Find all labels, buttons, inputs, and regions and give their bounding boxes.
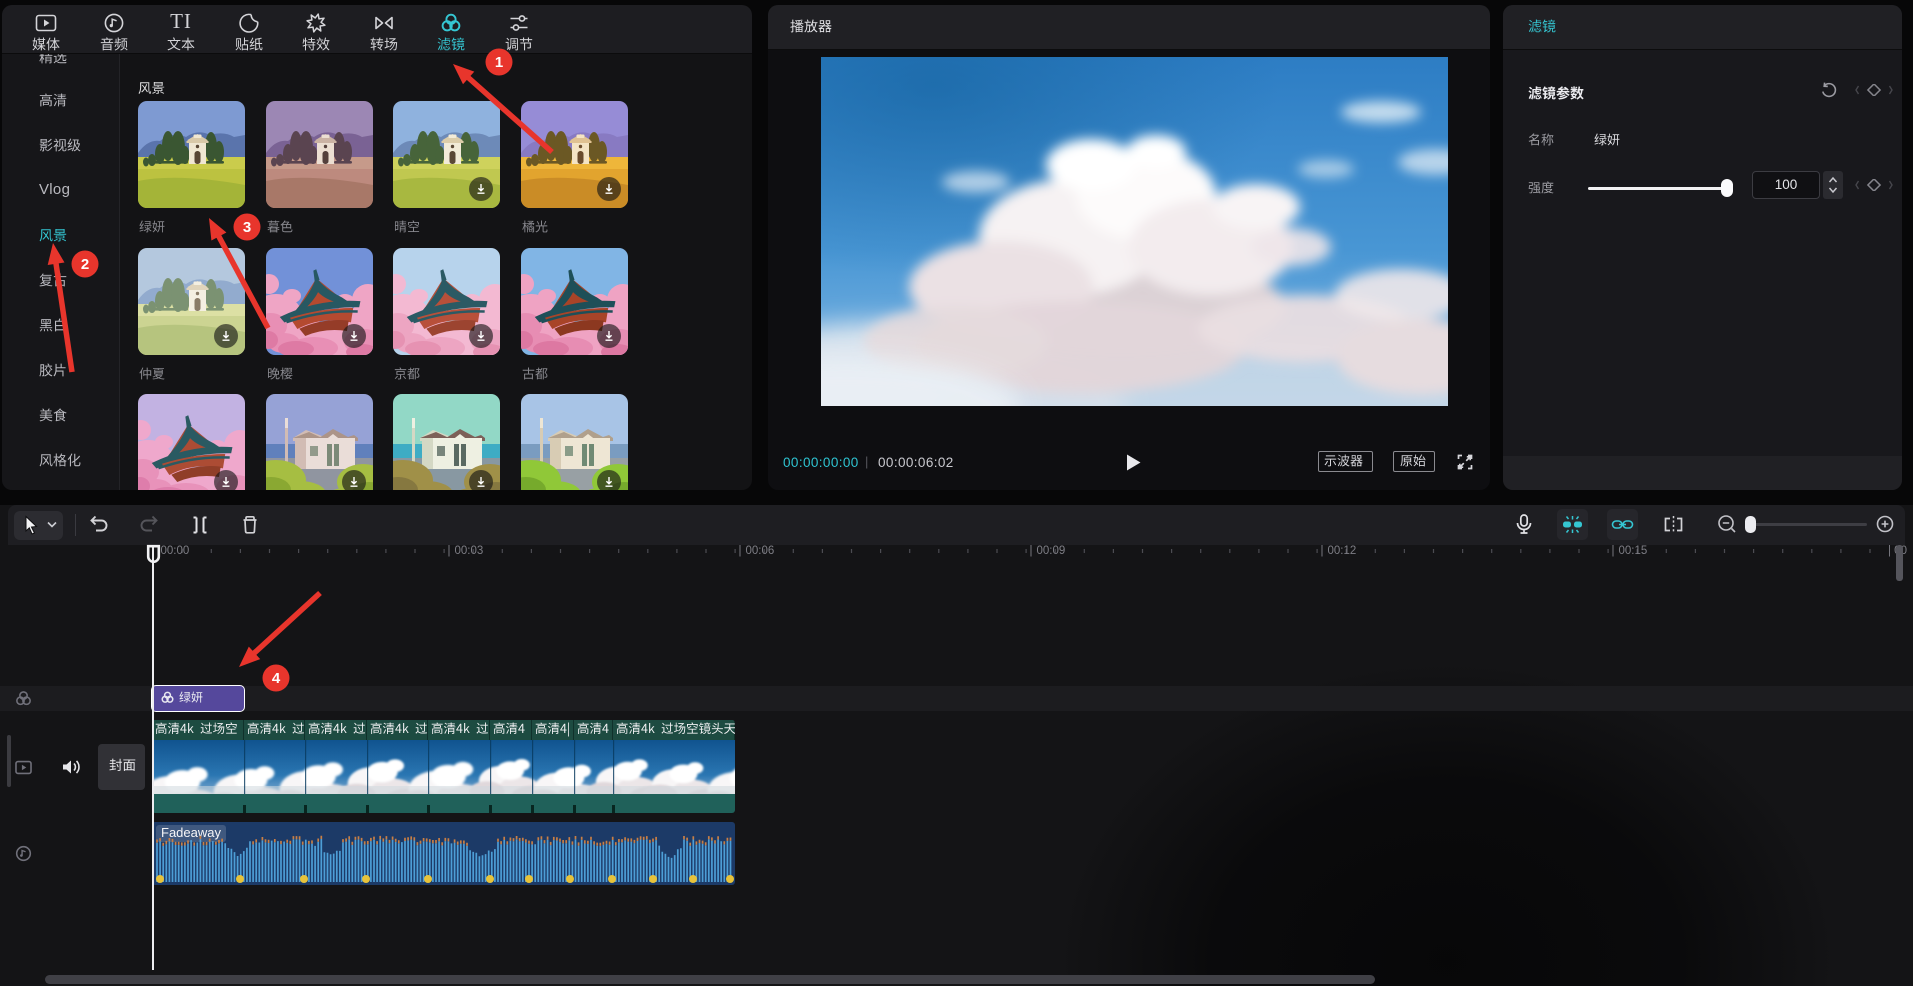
svg-text:2: 2	[81, 256, 89, 273]
svg-text:4: 4	[272, 670, 281, 687]
svg-text:1: 1	[495, 54, 503, 71]
svg-text:3: 3	[243, 219, 251, 236]
